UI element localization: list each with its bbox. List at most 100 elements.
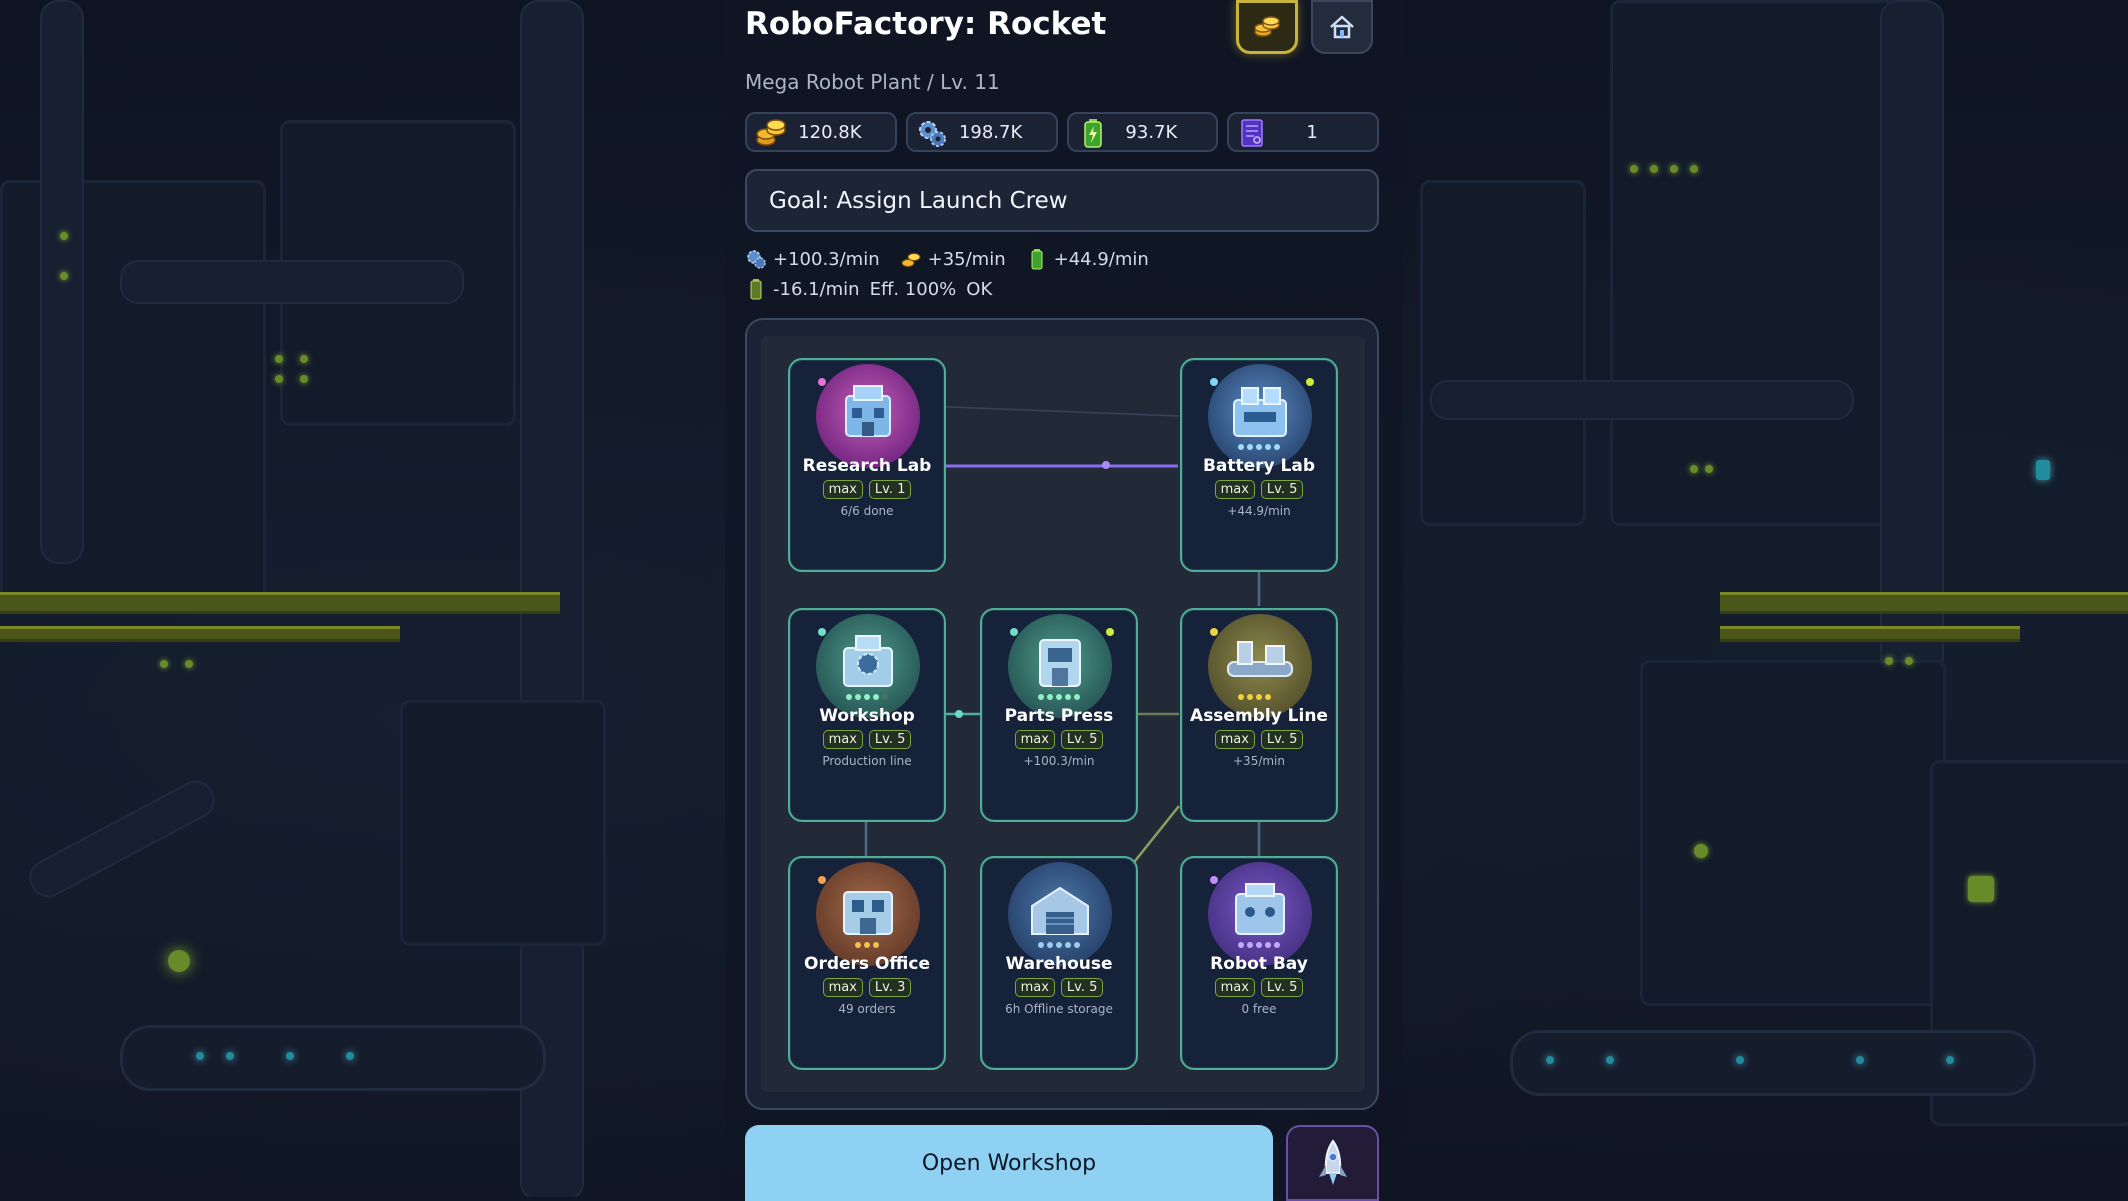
battery-icon [1031, 249, 1043, 270]
orders-office-icon [816, 862, 920, 966]
parts-press-icon [1008, 614, 1112, 718]
level-badge: Lv. 5 [1060, 730, 1104, 749]
building-name: Orders Office [804, 954, 930, 974]
level-badge: Lv. 3 [868, 978, 912, 997]
building-name: Research Lab [802, 456, 932, 476]
resource-blueprints[interactable]: 1 [1227, 112, 1379, 152]
level-badge: Lv. 5 [1260, 730, 1304, 749]
building-name: Robot Bay [1210, 954, 1308, 974]
upgrade-pips [790, 942, 944, 948]
building-info: +35/min [1233, 754, 1285, 768]
resource-battery[interactable]: 93.7K [1066, 112, 1219, 152]
resource-gears[interactable]: 198.7K [905, 112, 1058, 152]
assembly-line-icon [1208, 614, 1312, 718]
efficiency-text: Eff. 100% [869, 278, 957, 300]
building-info: 0 free [1241, 1002, 1277, 1016]
robot-bay-icon [1208, 862, 1312, 966]
status-dot [1210, 628, 1218, 636]
building-parts-press[interactable]: Parts Press max Lv. 5 +100.3/min [980, 608, 1138, 822]
status-dot [1106, 628, 1114, 636]
status-dot [818, 378, 826, 386]
open-workshop-button[interactable]: Open Workshop [745, 1125, 1273, 1201]
status-dot [1210, 378, 1218, 386]
coins-icon [901, 253, 921, 267]
building-name: Workshop [819, 706, 915, 726]
blueprint-icon [1241, 119, 1263, 147]
max-badge: max [1214, 480, 1255, 499]
building-research-lab[interactable]: Research Lab max Lv. 1 6/6 done [788, 358, 946, 572]
building-assembly-line[interactable]: Assembly Line max Lv. 5 +35/min [1180, 608, 1338, 822]
coins-icon [756, 119, 786, 146]
level-badge: Lv. 5 [1260, 480, 1304, 499]
status-text: OK [966, 278, 993, 300]
battery-lab-icon [1208, 364, 1312, 468]
coin-shop-button[interactable] [1236, 0, 1298, 54]
max-badge: max [1014, 730, 1055, 749]
building-name: Parts Press [1004, 706, 1114, 726]
battery-value: 93.7K [1125, 121, 1178, 143]
upgrade-pips [1182, 694, 1336, 700]
level-badge: Lv. 5 [868, 730, 912, 749]
page-title: RoboFactory: Rocket [745, 6, 1107, 42]
main-panel: RoboFactory: Rocket Mega Robot Plant / L… [725, 0, 1403, 1201]
max-badge: max [1214, 730, 1255, 749]
status-dot [818, 876, 826, 884]
battery-rate: +44.9/min [1053, 248, 1149, 270]
building-info: 6h Offline storage [1005, 1002, 1113, 1016]
research-lab-icon [816, 364, 920, 468]
goal-text: Goal: Assign Launch Crew [769, 187, 1068, 214]
gears-icon [747, 250, 766, 269]
status-dot [1010, 628, 1018, 636]
building-warehouse[interactable]: Warehouse max Lv. 5 6h Offline storage [980, 856, 1138, 1070]
building-name: Battery Lab [1202, 456, 1316, 476]
max-badge: max [822, 730, 863, 749]
level-badge: Lv. 5 [1260, 978, 1304, 997]
max-badge: max [1214, 978, 1255, 997]
goal-banner[interactable]: Goal: Assign Launch Crew [745, 169, 1379, 232]
upgrade-pips [982, 942, 1136, 948]
coins-rate: +35/min [927, 248, 1006, 270]
home-button[interactable] [1311, 0, 1373, 54]
blueprints-value: 1 [1306, 121, 1318, 143]
max-badge: max [1014, 978, 1055, 997]
upgrade-pips [790, 694, 944, 700]
building-info: Production line [822, 754, 912, 768]
workshop-icon [816, 614, 920, 718]
gears-value: 198.7K [958, 121, 1023, 143]
level-badge: Lv. 1 [868, 480, 912, 499]
factory-board: Research Lab max Lv. 1 6/6 done Battery … [745, 318, 1379, 1110]
max-badge: max [822, 978, 863, 997]
building-info: 6/6 done [840, 504, 894, 518]
battery-icon [1083, 119, 1102, 148]
coins-value: 120.8K [798, 121, 862, 143]
resource-bar: 120.8K 198.7K 93.7K 1 [745, 112, 1379, 154]
upgrade-pips [982, 694, 1136, 700]
factory-grid: Research Lab max Lv. 1 6/6 done Battery … [761, 336, 1365, 1092]
gears-icon [918, 121, 946, 147]
warehouse-icon [1008, 862, 1112, 966]
building-info: 49 orders [838, 1002, 896, 1016]
status-dot [818, 628, 826, 636]
status-dot [1306, 378, 1314, 386]
resource-coins[interactable]: 120.8K [745, 112, 897, 152]
building-battery-lab[interactable]: Battery Lab max Lv. 5 +44.9/min [1180, 358, 1338, 572]
building-robot-bay[interactable]: Robot Bay max Lv. 5 0 free [1180, 856, 1338, 1070]
battery-drain-rate: -16.1/min [773, 278, 860, 300]
rocket-button[interactable] [1286, 1125, 1379, 1201]
plant-subtitle: Mega Robot Plant / Lv. 11 [745, 70, 1000, 94]
battery-drain-icon [750, 279, 762, 300]
building-orders-office[interactable]: Orders Office max Lv. 3 49 orders [788, 856, 946, 1070]
max-badge: max [822, 480, 863, 499]
building-workshop[interactable]: Workshop max Lv. 5 Production line [788, 608, 946, 822]
building-name: Assembly Line [1190, 706, 1328, 726]
upgrade-pips [1182, 942, 1336, 948]
coin-stack-icon [1254, 16, 1280, 37]
upgrade-pips [1182, 444, 1336, 450]
building-info: +44.9/min [1227, 504, 1291, 518]
building-name: Warehouse [1005, 954, 1113, 974]
home-icon [1330, 15, 1354, 39]
status-dot [1210, 876, 1218, 884]
level-badge: Lv. 5 [1060, 978, 1104, 997]
production-rates: +100.3/min +35/min +44.9/min -16.1/min E… [745, 244, 1385, 304]
building-info: +100.3/min [1023, 754, 1095, 768]
